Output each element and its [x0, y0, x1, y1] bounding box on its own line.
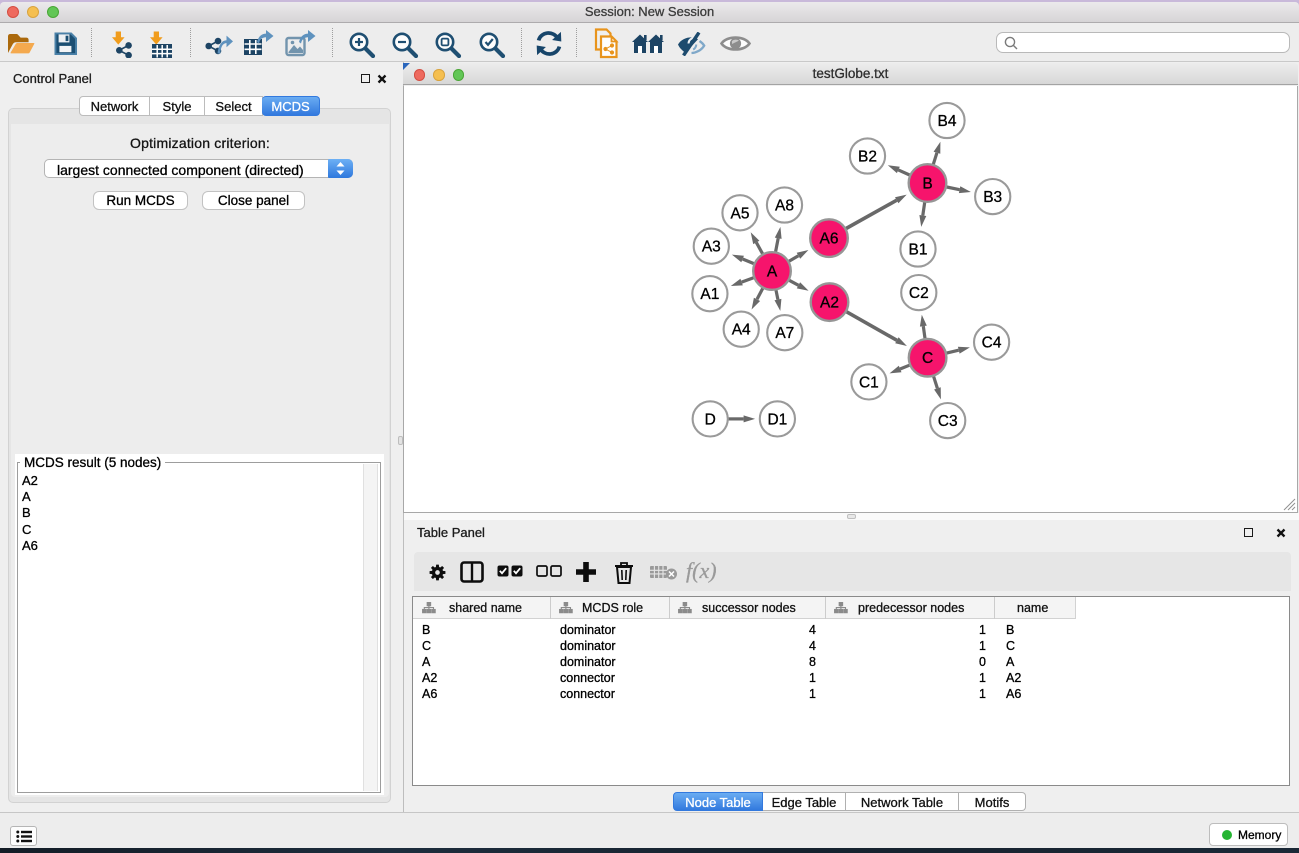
- svg-text:B1: B1: [909, 242, 928, 259]
- svg-text:B4: B4: [938, 113, 957, 130]
- svg-text:A7: A7: [775, 325, 794, 342]
- svg-text:C1: C1: [859, 374, 879, 391]
- svg-text:C3: C3: [938, 413, 958, 430]
- svg-text:C4: C4: [982, 335, 1002, 352]
- svg-text:D1: D1: [767, 411, 787, 428]
- svg-text:B2: B2: [858, 149, 877, 166]
- svg-text:A6: A6: [820, 231, 839, 248]
- svg-text:C2: C2: [909, 285, 929, 302]
- svg-text:B3: B3: [983, 189, 1002, 206]
- svg-text:B: B: [922, 176, 932, 193]
- svg-text:D: D: [705, 411, 716, 428]
- svg-text:A4: A4: [732, 322, 751, 339]
- svg-text:A3: A3: [702, 239, 721, 256]
- svg-text:A1: A1: [700, 286, 719, 303]
- svg-text:A5: A5: [731, 205, 750, 222]
- svg-text:A: A: [767, 264, 778, 281]
- svg-text:C: C: [922, 350, 933, 367]
- svg-text:A2: A2: [820, 295, 839, 312]
- svg-text:A8: A8: [775, 198, 794, 215]
